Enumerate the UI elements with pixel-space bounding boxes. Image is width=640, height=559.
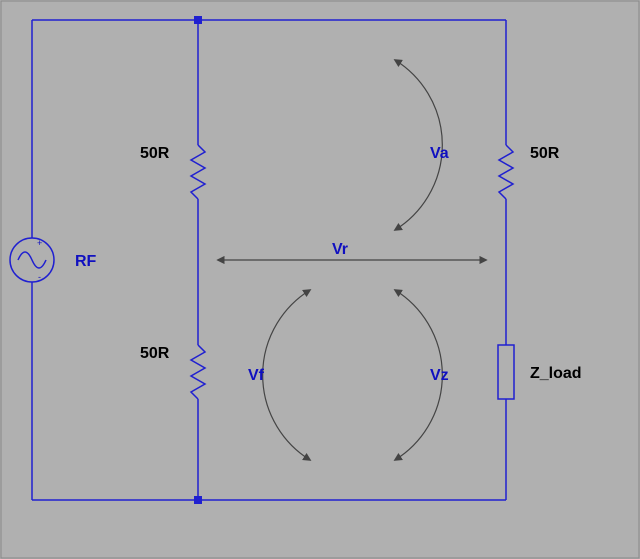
vz-label: Vz bbox=[430, 367, 449, 384]
node-bot-mid bbox=[194, 496, 202, 504]
resistor-top-right-label: 50R bbox=[530, 145, 560, 162]
panel bbox=[1, 1, 639, 558]
resistor-top-left-label: 50R bbox=[140, 145, 170, 162]
va-label: Va bbox=[430, 145, 449, 162]
svg-text:-: - bbox=[38, 272, 41, 282]
svg-text:+: + bbox=[37, 238, 42, 248]
vf-label: Vf bbox=[248, 367, 265, 384]
vr-label: Vr bbox=[332, 241, 348, 258]
load-label: Z_load bbox=[530, 365, 582, 382]
source-label: RF bbox=[75, 253, 97, 270]
resistor-bottom-left-label: 50R bbox=[140, 345, 170, 362]
